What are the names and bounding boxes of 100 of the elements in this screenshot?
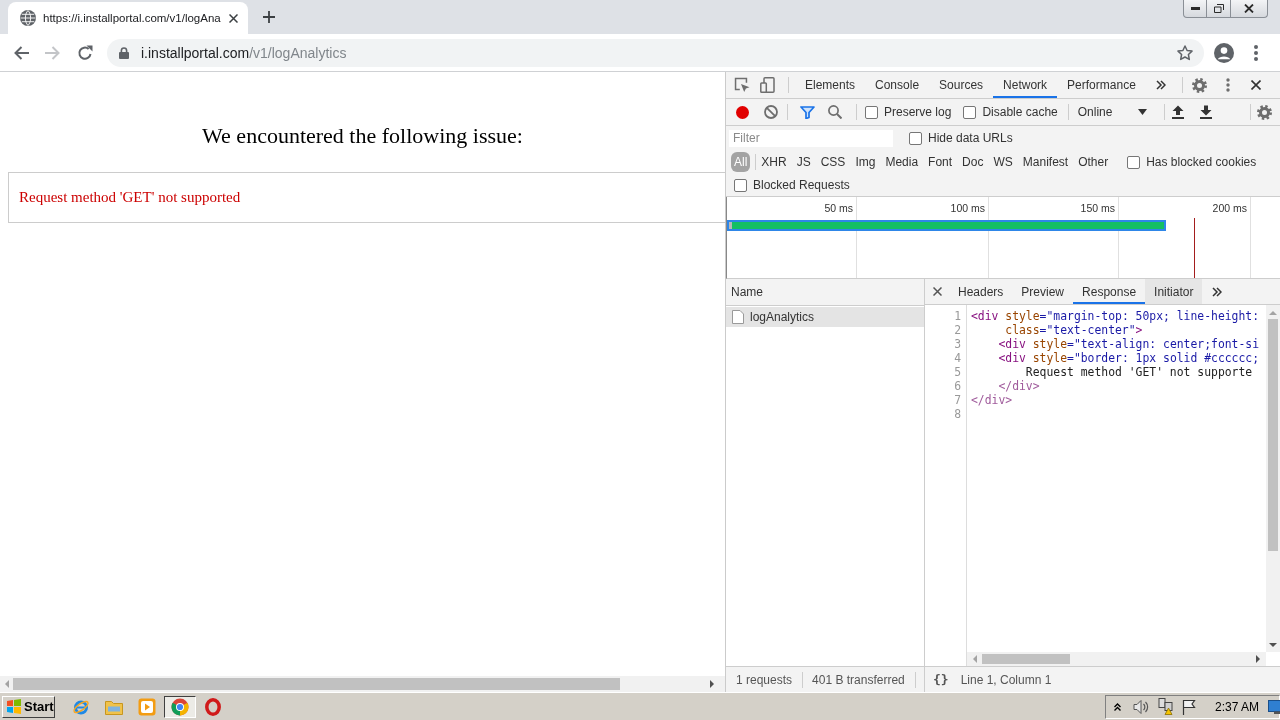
request-name: logAnalytics: [750, 310, 815, 324]
checkbox[interactable]: [909, 131, 922, 145]
summary-text: 1 requests: [736, 672, 793, 687]
close-icon[interactable]: [933, 287, 942, 296]
type-filter-button[interactable]: Other: [1073, 152, 1114, 172]
arrow-left-icon: [13, 45, 29, 60]
opera-icon: [205, 697, 221, 716]
gear-icon[interactable]: [1257, 104, 1272, 120]
double-chevron-icon[interactable]: [1155, 80, 1166, 90]
code-line: <div style="margin-top: 50px; line-height:: [971, 309, 1261, 323]
load-event-line: [1194, 218, 1195, 278]
caret-down-icon: [1137, 109, 1147, 115]
type-filter-button[interactable]: XHR: [756, 152, 792, 172]
plus-icon[interactable]: [263, 11, 275, 23]
type-filter-button[interactable]: Media: [880, 152, 924, 172]
devtools-tab[interactable]: Console: [865, 72, 930, 98]
checkbox[interactable]: [963, 105, 977, 119]
time-tick-label: 150 ms: [1080, 202, 1115, 214]
scrollbar-thumb[interactable]: [982, 654, 1070, 664]
flag-icon[interactable]: [1182, 698, 1196, 715]
address-bar[interactable]: i.installportal.com/v1/logAnalytics: [107, 38, 1204, 67]
code-line: </div>: [971, 393, 1014, 407]
type-filter-button[interactable]: Doc: [957, 152, 989, 172]
browser-tab[interactable]: https://i.installportal.com/v1/logAna: [8, 2, 248, 34]
request-row[interactable]: logAnalytics: [726, 307, 924, 327]
line-number: 5: [953, 365, 962, 379]
code-line: class="text-center">: [1004, 323, 1144, 337]
devtools-tab[interactable]: Performance: [1057, 72, 1146, 98]
more-icon[interactable]: [1254, 44, 1258, 61]
error-message: Request method 'GET' not supported: [19, 189, 241, 206]
inspect-icon[interactable]: [734, 77, 750, 93]
devtools-tab[interactable]: Elements: [795, 72, 866, 98]
checkbox-label: Blocked Requests: [753, 178, 850, 192]
scrollbar-track[interactable]: [1266, 305, 1280, 652]
type-filter-button[interactable]: CSS: [815, 152, 851, 172]
throttling-select[interactable]: Online: [1073, 102, 1155, 122]
column-header[interactable]: Name: [731, 285, 763, 299]
type-filter-button[interactable]: Img: [850, 152, 881, 172]
scrollbar-thumb[interactable]: [13, 678, 620, 690]
speaker-icon[interactable]: [1133, 698, 1149, 715]
scrollbar-track[interactable]: [967, 652, 1266, 666]
line-number: 3: [953, 337, 962, 351]
gear-icon[interactable]: [1191, 77, 1207, 93]
chevron-up-icon[interactable]: [1114, 702, 1121, 711]
checkbox[interactable]: [1127, 155, 1141, 169]
play-icon: [138, 697, 156, 716]
line-number: 6: [953, 379, 962, 393]
detail-tab[interactable]: Initiator: [1145, 279, 1203, 304]
close-icon[interactable]: [229, 13, 238, 23]
time-tick-label: 50 ms: [824, 202, 853, 214]
checkbox[interactable]: [734, 178, 747, 192]
device-icon[interactable]: [760, 77, 775, 93]
checkbox[interactable]: [865, 105, 878, 119]
arrow-right-icon: [45, 45, 61, 60]
type-filter-button[interactable]: WS: [988, 152, 1018, 172]
account-icon[interactable]: [1214, 42, 1234, 63]
network-warning-icon[interactable]: [1157, 698, 1174, 715]
more-icon[interactable]: [1225, 78, 1230, 92]
line-number: 4: [953, 351, 962, 365]
close-button[interactable]: [1231, 0, 1268, 18]
minimize-button[interactable]: [1183, 0, 1207, 18]
time-tick-label: 200 ms: [1212, 202, 1247, 214]
type-filter-button[interactable]: Manifest: [1017, 152, 1074, 172]
close-icon: [1244, 4, 1254, 13]
detail-tab[interactable]: Headers: [949, 279, 1013, 304]
devtools-tab[interactable]: Sources: [929, 72, 994, 98]
tab-title: https://i.installportal.com/v1/logAna: [43, 12, 222, 24]
clock[interactable]: 2:37 AM: [1215, 699, 1260, 714]
line-number: 2: [953, 323, 962, 337]
star-icon[interactable]: [1177, 44, 1193, 61]
scroll-down-icon[interactable]: [1269, 643, 1277, 647]
pretty-print-button[interactable]: {}: [933, 672, 949, 687]
scroll-right-icon[interactable]: [1256, 655, 1260, 663]
double-chevron-icon[interactable]: [1212, 286, 1223, 297]
line-number: 7: [953, 393, 962, 407]
code-line: <div style="text-align: center;font-si: [997, 337, 1261, 351]
type-filter-button[interactable]: Font: [923, 152, 958, 172]
taskbar-app-button[interactable]: [164, 695, 196, 718]
detail-tab[interactable]: Preview: [1012, 279, 1074, 304]
scroll-right-icon[interactable]: [710, 680, 714, 688]
show-desktop-icon[interactable]: [1268, 699, 1280, 714]
filter-icon[interactable]: [800, 105, 815, 119]
code-line: Request method 'GET' not supporte: [1024, 365, 1254, 379]
upload-icon[interactable]: [1171, 105, 1184, 119]
globe-icon: [20, 10, 36, 26]
scrollbar-thumb[interactable]: [1268, 319, 1278, 551]
search-icon[interactable]: [828, 105, 842, 119]
time-tick-label: 100 ms: [950, 202, 985, 214]
clear-icon[interactable]: [764, 105, 778, 119]
filter-input[interactable]: Filter: [729, 129, 893, 147]
code-line: </div>: [997, 379, 1041, 393]
start-button[interactable]: Start: [2, 695, 55, 718]
download-icon[interactable]: [1199, 105, 1212, 119]
restore-button[interactable]: [1207, 0, 1231, 18]
type-filter-button[interactable]: JS: [791, 152, 816, 172]
close-icon[interactable]: [1250, 80, 1261, 90]
record-icon[interactable]: [736, 105, 749, 119]
scrollbar-track[interactable]: [0, 676, 725, 692]
windows-logo-icon: [6, 699, 22, 714]
chrome-icon: [171, 697, 189, 716]
